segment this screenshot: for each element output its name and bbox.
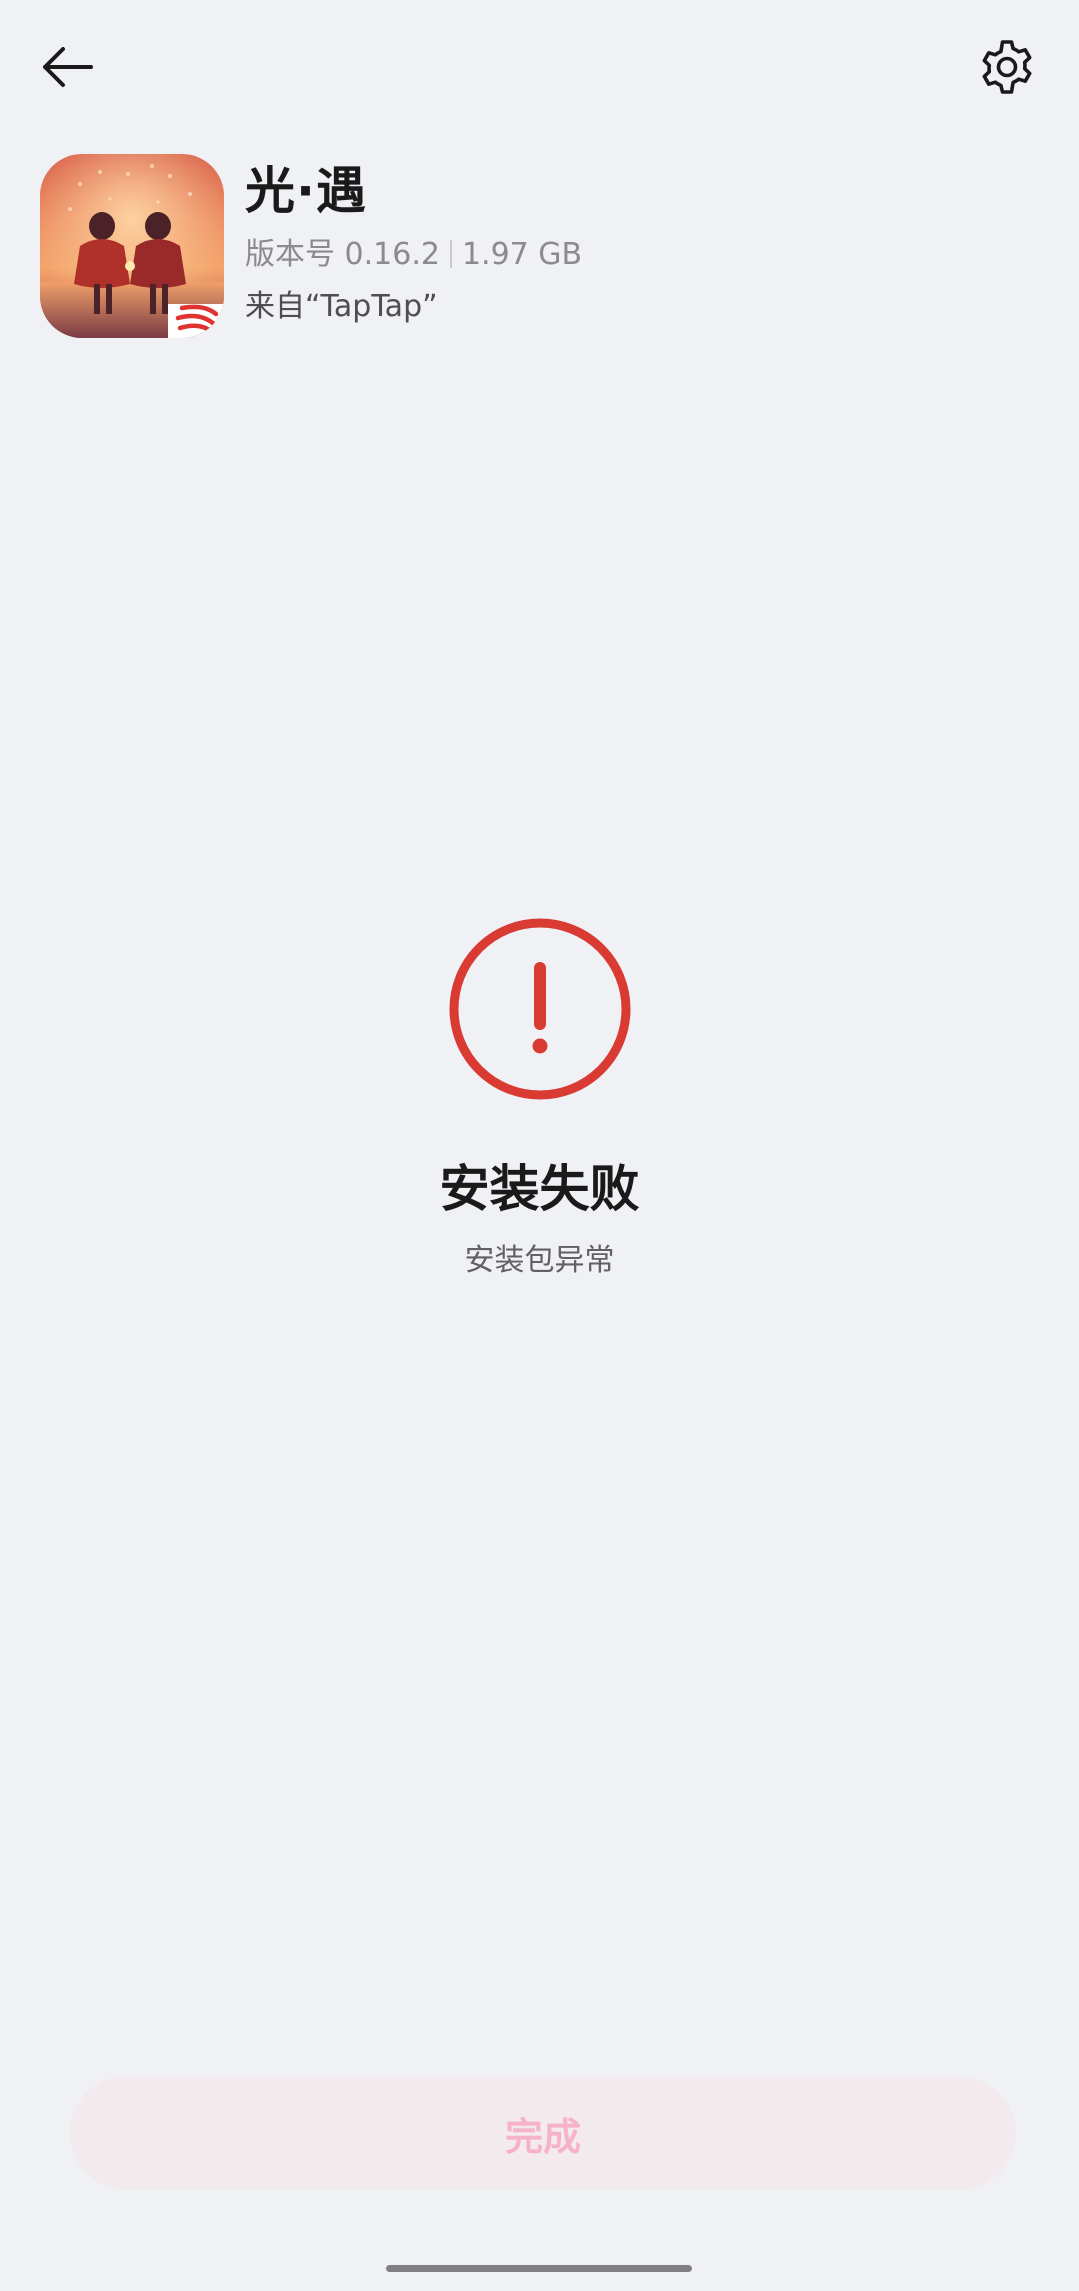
app-name: 光·遇 — [245, 162, 367, 220]
meta-divider — [449, 240, 452, 268]
app-info-header: 光·遇 版本号 0.16.2 1.97 GB 来自“TapTap” — [40, 152, 1040, 342]
app-version-size: 版本号 0.16.2 1.97 GB — [245, 240, 582, 270]
status-title: 安装失败 — [439, 1160, 640, 1218]
gear-icon — [982, 40, 1032, 94]
back-button[interactable] — [34, 34, 100, 100]
app-icon — [40, 154, 224, 338]
app-size: 1.97 GB — [461, 237, 583, 272]
app-source: 来自“TapTap” — [245, 289, 438, 324]
home-indicator[interactable] — [386, 2265, 692, 2272]
arrow-left-icon — [43, 47, 93, 87]
status-description: 安装包异常 — [464, 1243, 615, 1278]
app-version: 版本号 0.16.2 — [245, 237, 440, 272]
settings-button[interactable] — [974, 34, 1040, 100]
install-status: 安装失败 安装包异常 — [0, 916, 1079, 1276]
done-button[interactable]: 完成 — [70, 2076, 1016, 2190]
exclamation-circle-icon — [449, 918, 630, 1100]
